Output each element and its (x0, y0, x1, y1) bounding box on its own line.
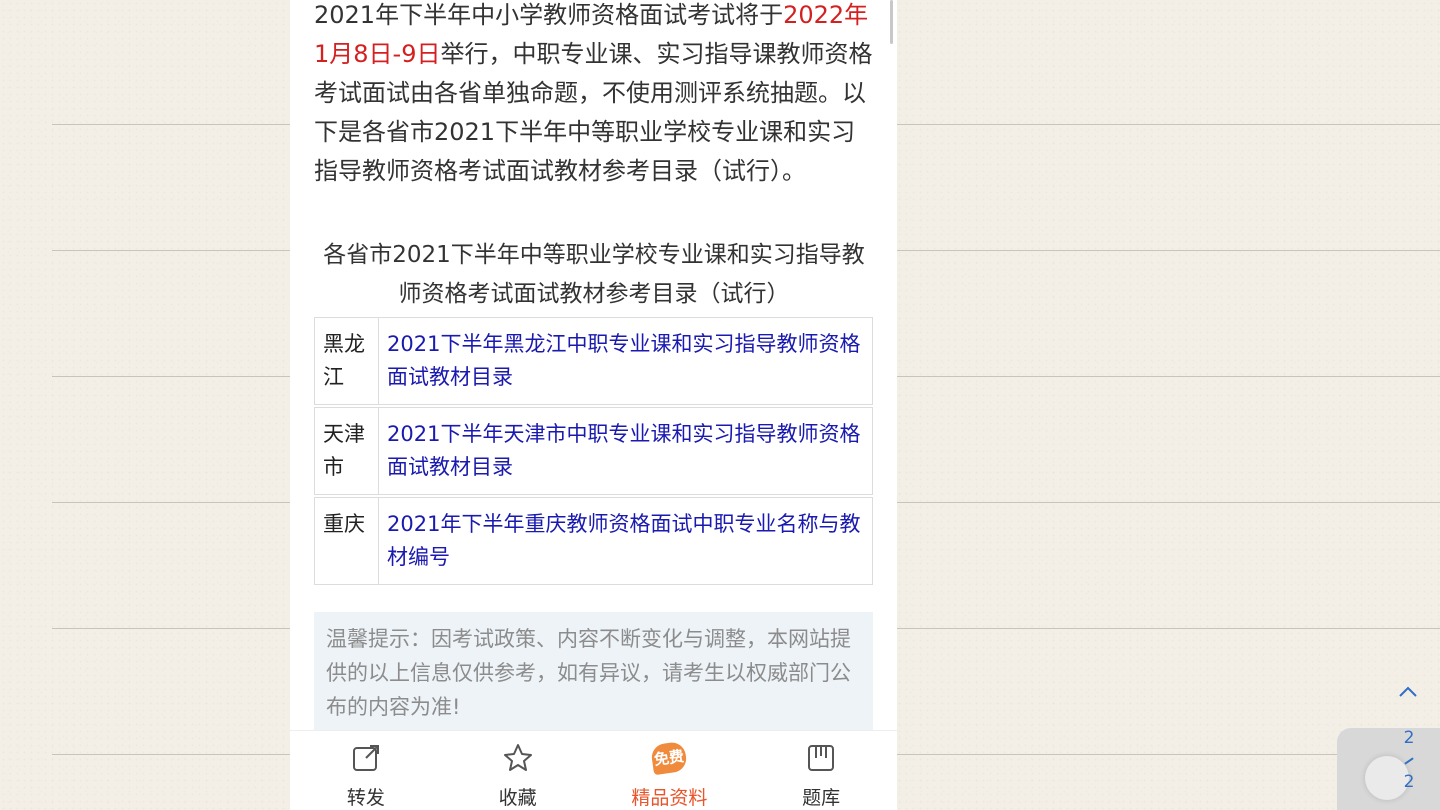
article-intro: 2021年下半年中小学教师资格面试考试将于2022年1月8日-9日举行，中职专业… (314, 0, 879, 191)
favorite-button[interactable]: 收藏 (442, 731, 594, 810)
free-badge-icon: 免费 (650, 740, 689, 776)
star-icon (501, 741, 535, 775)
page-total: 2 (1403, 772, 1415, 792)
premium-materials-label: 精品资料 (631, 787, 708, 809)
question-bank-label: 题库 (802, 787, 841, 809)
share-label: 转发 (346, 787, 385, 809)
table-row: 重庆 2021年下半年重庆教师资格面试中职专业名称与教材编号 (314, 497, 873, 585)
table-row: 黑龙江 2021下半年黑龙江中职专业课和实习指导教师资格面试教材目录 (314, 317, 873, 405)
scrollbar-thumb[interactable] (890, 0, 893, 44)
intro-text-start: 2021年下半年中小学教师资格面试考试将于 (314, 1, 784, 29)
province-cell: 黑龙江 (314, 317, 378, 405)
catalog-link[interactable]: 2021下半年黑龙江中职专业课和实习指导教师资格面试教材目录 (378, 317, 873, 405)
catalog-link[interactable]: 2021年下半年重庆教师资格面试中职专业名称与教材编号 (378, 497, 873, 585)
textbook-catalog-table: 黑龙江 2021下半年黑龙江中职专业课和实习指导教师资格面试教材目录 天津市 2… (314, 315, 873, 587)
article-page[interactable]: 2021年下半年中小学教师资格面试考试将于2022年1月8日-9日举行，中职专业… (290, 0, 897, 810)
share-button[interactable]: 转发 (290, 731, 442, 810)
page-counter[interactable]: 2 2 (1337, 728, 1440, 810)
favorite-label: 收藏 (498, 787, 537, 809)
tip-box: 温馨提示：因考试政策、内容不断变化与调整，本网站提供的以上信息仅供参考，如有异议… (314, 612, 873, 734)
chevron-up-icon (1399, 686, 1417, 697)
question-bank-icon (804, 741, 838, 775)
question-bank-button[interactable]: 题库 (745, 731, 897, 810)
scroll-up-button[interactable] (1396, 680, 1420, 704)
province-cell: 重庆 (314, 497, 378, 585)
page-slash (1404, 757, 1414, 765)
table-row: 天津市 2021下半年天津市中职专业课和实习指导教师资格面试教材目录 (314, 407, 873, 495)
catalog-link[interactable]: 2021下半年天津市中职专业课和实习指导教师资格面试教材目录 (378, 407, 873, 495)
bottom-nav: 转发 收藏 免费 精品资料 题库 (290, 730, 897, 810)
free-badge: 免费 (650, 740, 689, 776)
premium-materials-button[interactable]: 免费 精品资料 (594, 731, 746, 810)
section-title: 各省市2021下半年中等职业学校专业课和实习指导教师资格考试面试教材参考目录（试… (323, 242, 865, 307)
page-current: 2 (1403, 728, 1415, 748)
province-cell: 天津市 (314, 407, 378, 495)
share-icon (349, 741, 383, 775)
